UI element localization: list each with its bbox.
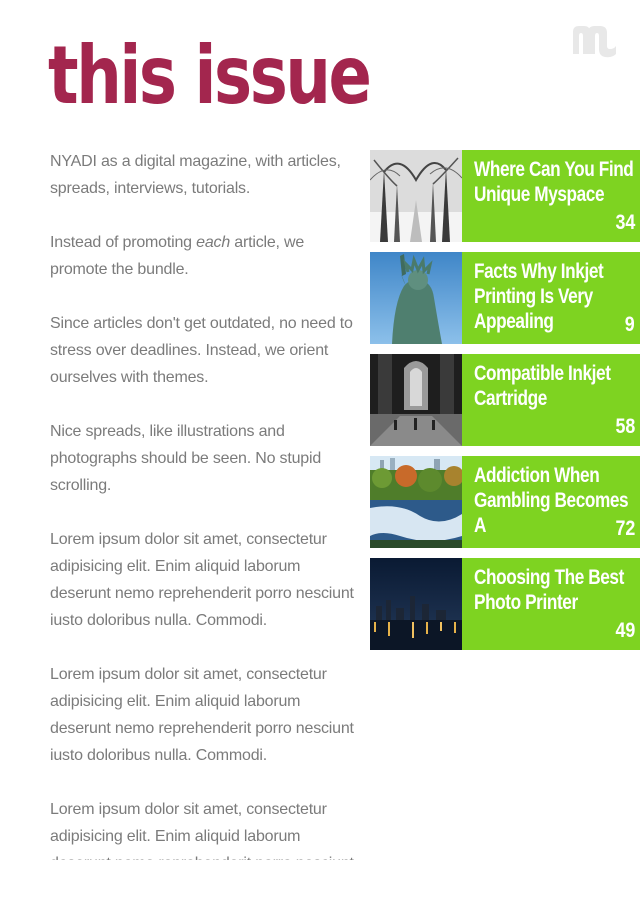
article-page-number: 72 (615, 517, 635, 540)
article-item[interactable]: Addiction When Gambling Becomes A 72 (370, 456, 640, 548)
intro-text: NYADI as a digital magazine, with articl… (50, 148, 362, 860)
intro-paragraph: Instead of promoting each article, we pr… (50, 229, 362, 283)
intro-paragraph: Nice spreads, like illustrations and pho… (50, 423, 322, 494)
article-list: Where Can You Find Unique Myspace 34 Fac… (370, 150, 640, 660)
article-card: Choosing The Best Photo Printer 49 (462, 558, 640, 650)
article-card: Compatible Inkjet Cartridge 58 (462, 354, 640, 446)
magazine-logo-icon[interactable] (570, 22, 618, 58)
grand-central-station-photo (370, 354, 462, 446)
intro-paragraph: NYADI as a digital magazine, with articl… (50, 153, 341, 197)
article-card: Where Can You Find Unique Myspace 34 (462, 150, 640, 242)
article-item[interactable]: Choosing The Best Photo Printer 49 (370, 558, 640, 650)
intro-paragraph-part: Instead of promoting (50, 234, 197, 251)
article-page-number: 34 (615, 211, 635, 234)
article-page-number: 49 (615, 619, 635, 642)
article-item[interactable]: Where Can You Find Unique Myspace 34 (370, 150, 640, 242)
city-skyline-night-photo (370, 558, 462, 650)
intro-paragraph: Lorem ipsum dolor sit amet, consectetur … (50, 801, 354, 860)
intro-paragraph: Lorem ipsum dolor sit amet, consectetur … (50, 666, 354, 764)
statue-of-liberty-photo (370, 252, 462, 344)
intro-emphasis: each (196, 234, 231, 251)
article-card: Facts Why Inkjet Printing Is Very Appeal… (462, 252, 640, 344)
page-title: this issue (48, 29, 372, 122)
snowy-park-photo (370, 150, 462, 242)
intro-paragraph: Lorem ipsum dolor sit amet, consectetur … (50, 531, 354, 629)
article-title: Addiction When Gambling Becomes A (474, 464, 629, 537)
article-item[interactable]: Facts Why Inkjet Printing Is Very Appeal… (370, 252, 640, 344)
park-pond-photo (370, 456, 462, 548)
article-title: Choosing The Best Photo Printer (474, 566, 624, 614)
article-page-number: 9 (625, 313, 635, 336)
article-page-number: 58 (615, 415, 635, 438)
article-title: Compatible Inkjet Cartridge (474, 362, 611, 410)
article-title: Where Can You Find Unique Myspace (474, 158, 634, 206)
article-title: Facts Why Inkjet Printing Is Very Appeal… (474, 260, 604, 333)
article-item[interactable]: Compatible Inkjet Cartridge 58 (370, 354, 640, 446)
article-card: Addiction When Gambling Becomes A 72 (462, 456, 640, 548)
intro-paragraph: Since articles don't get outdated, no ne… (50, 315, 353, 386)
